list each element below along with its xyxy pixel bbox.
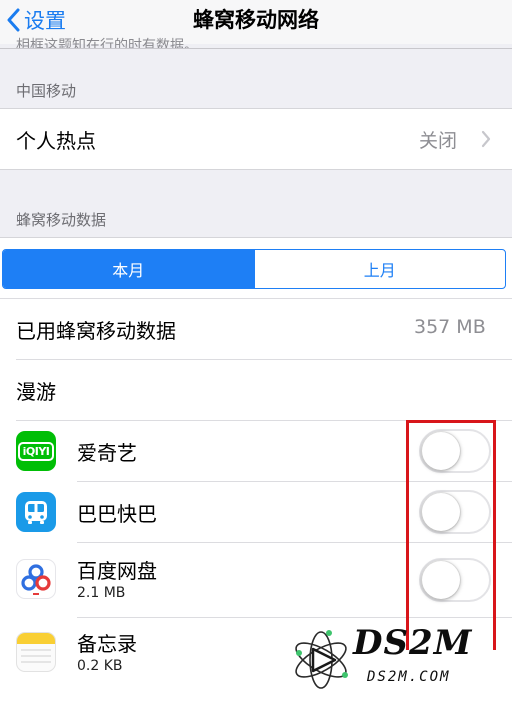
watermark-logo: DS2M xyxy=(353,623,473,663)
watermark-site: DS2M.COM xyxy=(367,669,451,685)
atom-logo-icon xyxy=(295,630,348,689)
used-data-value: 357 MB xyxy=(414,316,486,338)
baidu-netdisk-icon xyxy=(16,559,56,599)
app-name: 巴巴快巴 xyxy=(77,502,157,526)
chevron-right-icon xyxy=(481,130,491,148)
app-name: 爱奇艺 xyxy=(77,441,137,465)
period-segmented-control: 本月 上月 xyxy=(2,249,506,289)
roaming-row[interactable]: 漫游 xyxy=(0,360,512,420)
page-title: 蜂窝移动网络 xyxy=(193,8,319,32)
notes-icon xyxy=(16,632,56,672)
navbar-divider xyxy=(0,48,512,49)
app-name: 备忘录 xyxy=(77,632,137,656)
used-data-row: 已用蜂窝移动数据 357 MB xyxy=(0,299,512,359)
used-data-label: 已用蜂窝移动数据 xyxy=(16,319,176,343)
segment-last-month[interactable]: 上月 xyxy=(253,250,506,288)
cellular-data-section-header: 蜂窝移动数据 xyxy=(16,211,107,229)
hotspot-row[interactable]: 个人热点 关闭 xyxy=(0,109,512,169)
watermark: DS2M DS2M.COM xyxy=(285,623,512,695)
app-data-size: 2.1 MB xyxy=(77,585,126,601)
cutoff-footer-text: 相框这题知在行的时有数据。 xyxy=(16,38,198,48)
app-data-size: 0.2 KB xyxy=(77,658,123,674)
bus-glyph xyxy=(25,501,47,524)
hotspot-value: 关闭 xyxy=(419,130,458,152)
bus-icon xyxy=(16,492,56,532)
cloud-glyph xyxy=(21,564,51,595)
roaming-label: 漫游 xyxy=(16,380,56,404)
iqiyi-icon: iQIYI xyxy=(16,431,56,471)
notes-glyph xyxy=(17,633,55,663)
app-name: 百度网盘 xyxy=(77,559,157,583)
carrier-group: 个人热点 关闭 xyxy=(0,108,512,170)
highlight-box xyxy=(406,420,496,650)
iqiyi-icon-text: iQIYI xyxy=(17,441,55,461)
segment-this-month[interactable]: 本月 xyxy=(3,250,254,288)
hotspot-label: 个人热点 xyxy=(16,129,96,153)
carrier-section-header: 中国移动 xyxy=(16,82,77,100)
navigation-bar: 设置 蜂窝移动网络 相框这题知在行的时有数据。 xyxy=(0,0,512,48)
